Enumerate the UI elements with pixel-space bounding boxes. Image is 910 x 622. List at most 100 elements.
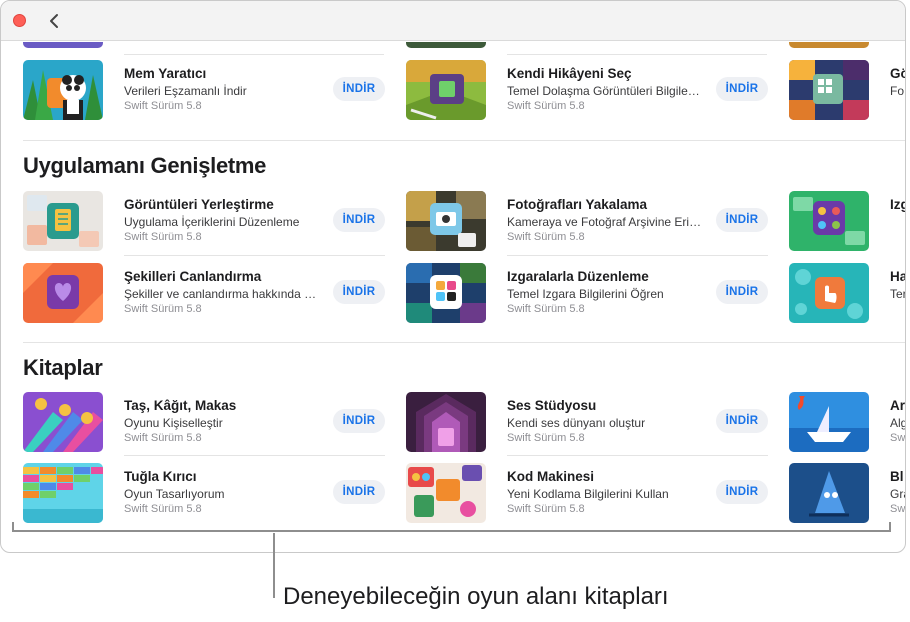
item-version: Swift Sürüm 5.8	[124, 100, 202, 112]
list-item[interactable]: Tuğla Kırıcı Oyun Tasarlıyorum Swift Sür…	[23, 455, 393, 525]
item-title: Ses Stüdyosu	[507, 398, 597, 413]
grid-photos-thumbnail	[789, 60, 869, 120]
download-button[interactable]: İNDİR	[333, 409, 385, 433]
row-divider	[124, 455, 385, 456]
item-version: Sw	[890, 432, 905, 444]
download-button[interactable]: İNDİR	[333, 77, 385, 101]
item-version: Swift Sürüm 5.8	[124, 303, 202, 315]
item-subtitle: Şekiller ve canlandırma hakkında bilgi e…	[124, 287, 319, 301]
list-item[interactable]: Şekilleri Canlandırma Şekiller ve canlan…	[23, 255, 393, 325]
item-subtitle: Uygulama İçeriklerini Düzenleme	[124, 215, 300, 229]
item-title: Ha	[890, 269, 905, 284]
download-button[interactable]: İNDİR	[716, 280, 768, 304]
row-divider	[507, 455, 768, 456]
list-item[interactable]: Gö Fo	[789, 60, 905, 122]
item-version: Swift Sürüm 5.8	[124, 503, 202, 515]
item-version: Swift Sürüm 5.8	[507, 432, 585, 444]
place-images-thumbnail	[23, 191, 103, 251]
item-version: Swift Sürüm 5.8	[507, 503, 585, 515]
partial-thumbnail	[406, 42, 486, 48]
mem-creator-thumbnail	[23, 60, 103, 120]
list-item[interactable]: Ar Alg Sw	[789, 392, 905, 454]
item-version: Swift Sürüm 5.8	[507, 231, 585, 243]
item-version: Swift Sürüm 5.8	[507, 303, 585, 315]
story-thumbnail	[406, 60, 486, 120]
blue-creature-thumbnail	[789, 463, 869, 523]
partial-thumbnail	[789, 42, 869, 48]
item-subtitle: Fo	[890, 84, 905, 98]
item-title: Görüntüleri Yerleştirme	[124, 197, 274, 212]
close-window-button[interactable]	[13, 14, 26, 27]
item-subtitle: Oyun Tasarlıyorum	[124, 487, 225, 501]
list-item[interactable]: Taş, Kâğıt, Makas Oyunu Kişiselleştir Sw…	[23, 392, 393, 454]
item-title: Gö	[890, 66, 905, 81]
list-item[interactable]: Mem Yaratıcı Verileri Eşzamanlı İndir Sw…	[23, 60, 393, 122]
item-title: Şekilleri Canlandırma	[124, 269, 262, 284]
item-subtitle: Gra	[890, 487, 905, 501]
item-subtitle: Kendi ses dünyanı oluştur	[507, 416, 646, 430]
capture-photos-thumbnail	[406, 191, 486, 251]
rock-paper-scissors-thumbnail	[23, 392, 103, 452]
section-divider	[23, 342, 905, 343]
item-title: Taş, Kâğıt, Makas	[124, 398, 237, 413]
list-item[interactable]: Kendi Hikâyeni Seç Temel Dolaşma Görüntü…	[406, 60, 776, 122]
item-subtitle: Alg	[890, 416, 905, 430]
download-button[interactable]: İNDİR	[716, 208, 768, 232]
grid-organize-thumbnail	[406, 263, 486, 323]
callout-line	[273, 533, 275, 598]
download-button[interactable]: İNDİR	[333, 480, 385, 504]
brick-breaker-thumbnail	[23, 463, 103, 523]
item-subtitle: Temel Dolaşma Görüntüleri Bilgilerini Öğ…	[507, 84, 702, 98]
section-title-expand-app: Uygulamanı Genişletme	[23, 153, 267, 178]
content-area: Mem Yaratıcı Verileri Eşzamanlı İndir Sw…	[1, 42, 905, 552]
item-title: Bl	[890, 469, 904, 484]
item-subtitle: Temel Izgara Bilgilerini Öğren	[507, 287, 664, 301]
item-subtitle: Yeni Kodlama Bilgilerini Kullan	[507, 487, 669, 501]
item-title: Tuğla Kırıcı	[124, 469, 197, 484]
back-button[interactable]	[45, 10, 65, 32]
row-divider	[124, 255, 385, 256]
code-machine-thumbnail	[406, 463, 486, 523]
divider	[507, 54, 767, 55]
download-button[interactable]: İNDİR	[716, 77, 768, 101]
divider	[124, 54, 384, 55]
list-item[interactable]: Fotoğrafları Yakalama Kameraya ve Fotoğr…	[406, 191, 776, 253]
list-item[interactable]: Görüntüleri Yerleştirme Uygulama İçerikl…	[23, 191, 393, 253]
item-title: Fotoğrafları Yakalama	[507, 197, 648, 212]
item-subtitle: Oyunu Kişiselleştir	[124, 416, 223, 430]
list-item[interactable]: Bl Gra Sw	[789, 463, 905, 525]
download-button[interactable]: İNDİR	[333, 280, 385, 304]
section-divider	[23, 140, 905, 141]
download-button[interactable]: İNDİR	[333, 208, 385, 232]
item-version: Swift Sürüm 5.8	[124, 432, 202, 444]
item-subtitle: Verileri Eşzamanlı İndir	[124, 84, 247, 98]
books-callout-bracket	[12, 522, 891, 532]
item-version: Swift Sürüm 5.8	[124, 231, 202, 243]
item-subtitle: Kameraya ve Fotoğraf Arşivine Erişim	[507, 215, 702, 229]
download-button[interactable]: İNDİR	[716, 409, 768, 433]
list-item[interactable]: Izgaralarla Düzenleme Temel Izgara Bilgi…	[406, 255, 776, 325]
item-subtitle: Ter	[890, 287, 905, 301]
item-title: Kod Makinesi	[507, 469, 595, 484]
item-version: Sw	[890, 503, 905, 515]
item-title: Ar	[890, 398, 905, 413]
paper-boat-thumbnail	[789, 392, 869, 452]
download-button[interactable]: İNDİR	[716, 480, 768, 504]
item-title: Izgaralarla Düzenleme	[507, 269, 649, 284]
list-item[interactable]: Ha Ter	[789, 263, 905, 325]
callout-label: Deneyebileceğin oyun alanı kitapları	[283, 583, 669, 610]
list-item[interactable]: Kod Makinesi Yeni Kodlama Bilgilerini Ku…	[406, 455, 776, 525]
gestures-thumbnail	[789, 263, 869, 323]
section-title-books: Kitaplar	[23, 355, 103, 380]
item-title: Mem Yaratıcı	[124, 66, 207, 81]
list-item[interactable]: Ses Stüdyosu Kendi ses dünyanı oluştur S…	[406, 392, 776, 454]
list-item[interactable]: Izg	[789, 191, 905, 253]
grid-apps-thumbnail	[789, 191, 869, 251]
item-title: Kendi Hikâyeni Seç	[507, 66, 632, 81]
item-version: Swift Sürüm 5.8	[507, 100, 585, 112]
row-divider	[507, 255, 768, 256]
title-bar	[1, 1, 905, 41]
playgrounds-window: Mem Yaratıcı Verileri Eşzamanlı İndir Sw…	[0, 0, 906, 553]
animate-shapes-thumbnail	[23, 263, 103, 323]
chevron-left-icon	[50, 14, 58, 28]
